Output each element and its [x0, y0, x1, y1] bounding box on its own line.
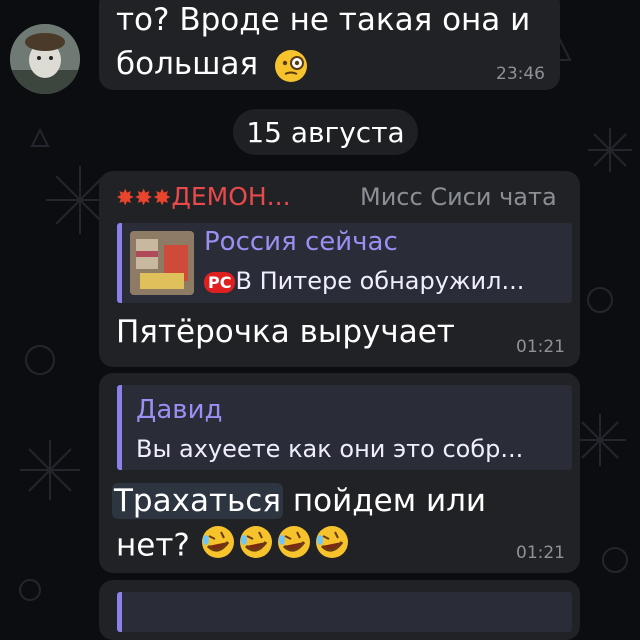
snowflake-icon: [588, 128, 632, 172]
message-text: большая: [116, 44, 308, 84]
thinking-monocle-emoji-icon: [274, 49, 308, 83]
avatar[interactable]: [10, 24, 80, 94]
message-text: Пятёрочка выручает: [116, 314, 455, 350]
rolling-laughing-emoji-icon: [200, 524, 350, 570]
message-text: нет?: [116, 524, 350, 570]
snowflake-icon: [20, 440, 80, 500]
message-time: 01:21: [516, 543, 565, 563]
sender-name[interactable]: ✸✸✸ДЕМОН...: [116, 182, 291, 211]
snowflake-icon: [574, 414, 626, 466]
reply-quote[interactable]: Давид Вы ахуеете как они это собр...: [117, 385, 572, 470]
sender-badge: Мисс Сиси чата: [360, 183, 557, 211]
reply-quote[interactable]: Россия сейчас РС В Питере обнаружил...: [117, 223, 572, 303]
reply-quote[interactable]: [117, 592, 572, 632]
quote-text: РС В Питере обнаружил...: [204, 267, 524, 295]
date-separator: 15 августа: [233, 109, 418, 155]
message-text: Трахаться пойдем или: [112, 483, 487, 519]
message-time: 01:21: [516, 337, 565, 357]
explosion-emoji-icon: ✸✸✸: [116, 186, 172, 211]
selected-text-highlight[interactable]: Трахаться: [112, 483, 283, 519]
quote-text: Вы ахуеете как они это собр...: [136, 435, 524, 463]
message-text: то? Вроде не такая она и: [116, 2, 531, 38]
quote-author: Россия сейчас: [204, 227, 398, 257]
rs-logo-icon: РС: [204, 271, 236, 293]
message-time: 23:46: [496, 64, 545, 84]
quote-author: Давид: [136, 395, 223, 425]
quote-thumbnail: [130, 231, 194, 295]
